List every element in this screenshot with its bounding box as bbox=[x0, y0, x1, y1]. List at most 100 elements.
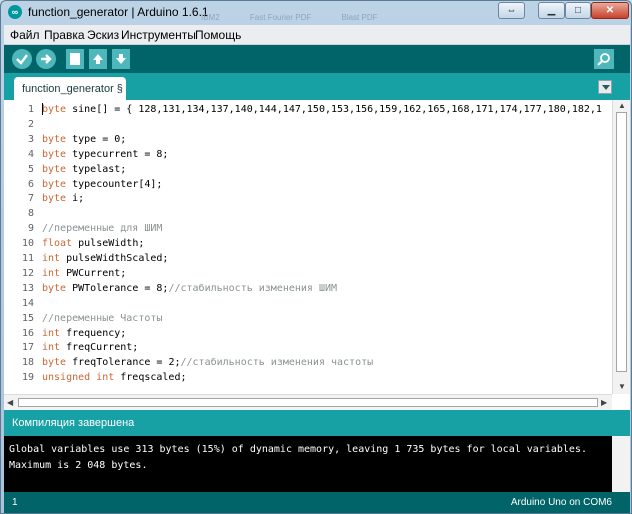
current-line-number: 1 bbox=[12, 497, 18, 508]
line-number: 11 bbox=[21, 253, 34, 264]
code-editor[interactable]: 1 2 3 4 5 6 7 8 9 10 11 12 13 14 15 16 17 18 19 byte sine[… bbox=[4, 100, 630, 410]
keyword-token: byte bbox=[42, 193, 67, 205]
line-number: 1 bbox=[27, 104, 34, 115]
toolbar bbox=[4, 45, 630, 73]
keyword-token: byte bbox=[42, 148, 67, 160]
open-button[interactable] bbox=[89, 49, 107, 69]
verify-button[interactable] bbox=[12, 49, 32, 69]
console-line: Maximum is 2 048 bytes. bbox=[9, 460, 148, 471]
comment-token: //переменные для ШИМ bbox=[42, 223, 163, 235]
tab-menu-dropdown-icon[interactable] bbox=[598, 80, 612, 94]
arduino-app-icon: ∞ bbox=[8, 5, 22, 19]
console-line: Global variables use 313 bytes (15%) of … bbox=[9, 444, 587, 455]
code-line: //переменные для ШИМ bbox=[42, 223, 162, 234]
code-line: //переменные Частоты bbox=[42, 313, 162, 324]
console-scrollbar[interactable] bbox=[612, 436, 630, 492]
board-port-label: Arduino Uno on COM6 bbox=[510, 497, 612, 508]
tab-function-generator[interactable]: function_generator § bbox=[14, 77, 126, 100]
keyword-token: byte bbox=[42, 133, 67, 145]
code-line: int frequency; bbox=[42, 327, 127, 339]
keyword-token: int bbox=[42, 253, 61, 264]
serial-monitor-button[interactable] bbox=[594, 49, 614, 69]
code-line: byte typelast; bbox=[42, 163, 127, 175]
close-button[interactable]: ✕ bbox=[591, 2, 629, 19]
arrow-down-icon bbox=[116, 54, 126, 64]
resize-arrows-icon[interactable]: ⇔ bbox=[498, 2, 525, 19]
text-cursor bbox=[42, 103, 43, 115]
title-bar[interactable]: ∞ function_generator | Arduino 1.6.1 IBM… bbox=[1, 1, 631, 23]
upload-button[interactable] bbox=[36, 49, 56, 69]
vertical-scroll-thumb[interactable] bbox=[616, 112, 627, 372]
keyword-token: byte bbox=[42, 104, 67, 115]
keyword-token: int bbox=[42, 342, 61, 354]
line-number: 17 bbox=[21, 342, 34, 354]
background-label: Fast Fourier PDF bbox=[249, 13, 312, 22]
ide-client-area: Файл Правка Эскиз Инструменты Помощь fun… bbox=[4, 25, 630, 513]
code-line: byte i; bbox=[42, 193, 85, 205]
scroll-up-icon[interactable]: ▲ bbox=[618, 101, 626, 111]
line-number: 4 bbox=[27, 148, 34, 160]
scroll-right-icon[interactable]: ▶ bbox=[601, 398, 607, 408]
code-line: int PWCurrent; bbox=[42, 267, 127, 279]
code-line: float pulseWidth; bbox=[42, 238, 145, 250]
new-sketch-button[interactable] bbox=[66, 49, 84, 69]
maximize-button[interactable]: □ bbox=[565, 2, 591, 19]
status-bar: Компиляция завершена bbox=[4, 410, 630, 436]
line-number: 19 bbox=[21, 372, 34, 384]
comment-token: //стабильность изменения ШИМ bbox=[168, 282, 338, 294]
keyword-token: int bbox=[42, 267, 61, 279]
line-number: 18 bbox=[21, 357, 34, 369]
vertical-scrollbar[interactable]: ▲ ▼ bbox=[612, 100, 630, 394]
line-number: 8 bbox=[27, 208, 34, 220]
document-icon bbox=[70, 53, 80, 65]
arrow-up-icon bbox=[93, 54, 103, 64]
code-text-area[interactable]: byte sine[] = { 128,131,134,137,140,144,… bbox=[42, 100, 612, 394]
code-line: int freqCurrent; bbox=[42, 342, 139, 354]
menu-tools[interactable]: Инструменты bbox=[121, 28, 196, 42]
keyword-token: byte bbox=[42, 178, 67, 190]
window-frame: ∞ function_generator | Arduino 1.6.1 IBM… bbox=[0, 0, 632, 514]
minimize-button[interactable]: ▁ bbox=[538, 2, 565, 19]
line-number: 10 bbox=[21, 238, 34, 250]
line-number: 6 bbox=[27, 178, 34, 190]
tab-strip: function_generator § bbox=[4, 73, 630, 100]
comment-token: //стабильность изменения частоты bbox=[180, 357, 374, 369]
save-button[interactable] bbox=[112, 49, 130, 69]
horizontal-scroll-thumb[interactable] bbox=[18, 398, 598, 407]
line-number: 13 bbox=[21, 282, 34, 294]
scroll-left-icon[interactable]: ◀ bbox=[7, 398, 13, 408]
code-line: byte typecounter[4]; bbox=[42, 178, 163, 190]
line-number: 5 bbox=[27, 163, 34, 175]
output-console[interactable]: Global variables use 313 bytes (15%) of … bbox=[4, 436, 630, 492]
code-line: int pulseWidthScaled; bbox=[42, 253, 169, 264]
menu-edit[interactable]: Правка bbox=[44, 28, 85, 42]
background-label: IBM2 bbox=[201, 13, 220, 22]
horizontal-scrollbar[interactable]: ◀ ▶ bbox=[4, 394, 612, 410]
line-number: 16 bbox=[21, 327, 34, 339]
comment-token: //переменные Частоты bbox=[42, 312, 163, 324]
background-taskbar-labels: IBM2 Fast Fourier PDF Blast PDF bbox=[201, 13, 406, 22]
menu-sketch[interactable]: Эскиз bbox=[87, 28, 119, 42]
code-line: unsigned int freqscaled; bbox=[42, 372, 187, 384]
code-line: byte type = 0; bbox=[42, 133, 127, 145]
scroll-down-icon[interactable]: ▼ bbox=[618, 382, 626, 392]
line-number: 14 bbox=[21, 297, 34, 309]
line-number: 7 bbox=[27, 193, 34, 205]
menu-bar: Файл Правка Эскиз Инструменты Помощь bbox=[4, 25, 630, 45]
keyword-token: byte bbox=[42, 163, 67, 175]
keyword-token: byte bbox=[42, 357, 67, 369]
line-number-gutter: 1 2 3 4 5 6 7 8 9 10 11 12 13 14 15 16 17 18 19 bbox=[4, 100, 38, 394]
line-number: 12 bbox=[21, 267, 34, 279]
window-title: function_generator | Arduino 1.6.1 bbox=[28, 5, 209, 19]
background-label: Blast PDF bbox=[341, 13, 378, 22]
keyword-token: int bbox=[42, 327, 61, 339]
line-number: 2 bbox=[27, 118, 34, 130]
line-number: 15 bbox=[21, 312, 34, 324]
status-message: Компиляция завершена bbox=[12, 417, 135, 429]
keyword-token: byte bbox=[42, 282, 67, 294]
menu-help[interactable]: Помощь bbox=[195, 28, 241, 42]
line-number: 3 bbox=[27, 133, 34, 145]
magnifier-icon bbox=[597, 53, 610, 66]
code-line: byte PWTolerance = 8;//стабильность изме… bbox=[42, 282, 338, 294]
menu-file[interactable]: Файл bbox=[10, 28, 40, 42]
